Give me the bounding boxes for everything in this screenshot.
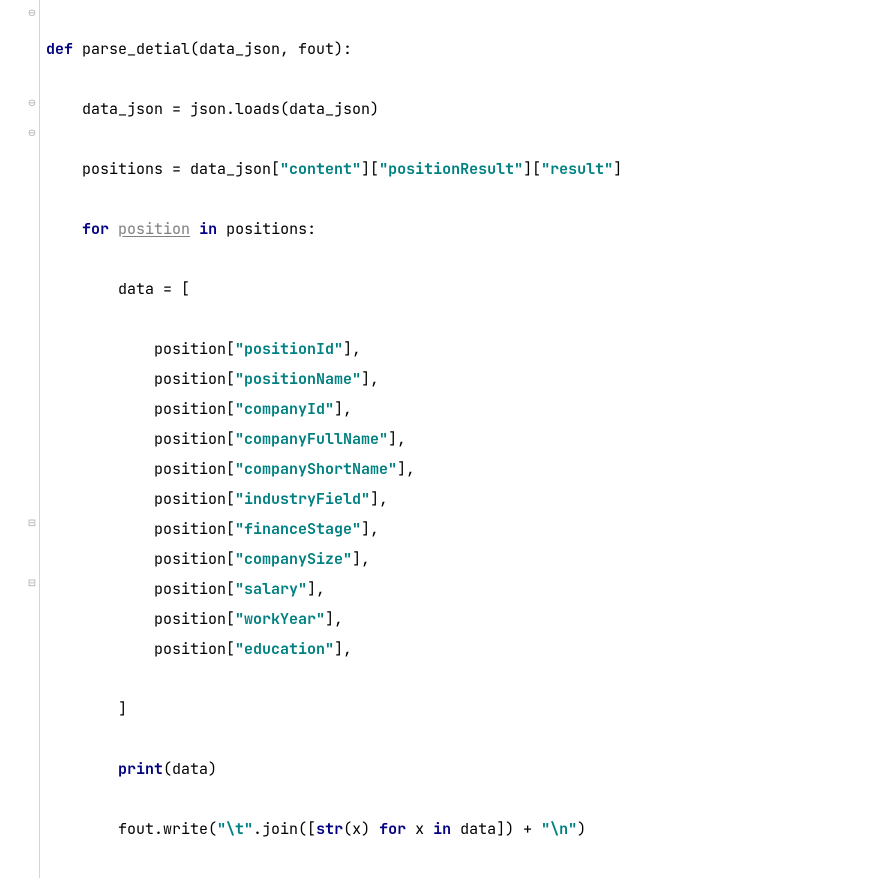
keyword-for: for xyxy=(82,214,109,244)
code-line: position["companySize"], xyxy=(46,544,892,574)
fold-toggle-icon[interactable]: ⊖ xyxy=(27,128,37,138)
code-line: position["companyShortName"], xyxy=(46,454,892,484)
code-line: position["companyFullName"], xyxy=(46,424,892,454)
fold-toggle-icon[interactable]: ⊟ xyxy=(27,518,37,528)
code-line: data = [ xyxy=(46,274,892,304)
function-name: parse_detial xyxy=(82,34,190,64)
builtin-print: print xyxy=(118,754,163,784)
code-editor[interactable]: def parse_detial(data_json, fout): data_… xyxy=(40,0,892,878)
code-line: position["education"], xyxy=(46,634,892,664)
string-literal: "salary" xyxy=(235,574,307,604)
fold-toggle-icon[interactable]: ⊖ xyxy=(27,8,37,18)
code-line: positions = data_json["content"]["positi… xyxy=(46,154,892,184)
code-line: position["industryField"], xyxy=(46,484,892,514)
code-line: for position in positions: xyxy=(46,214,892,244)
code-line: position["workYear"], xyxy=(46,604,892,634)
keyword-def: def xyxy=(46,34,73,64)
code-line: fout.write("\t".join([str(x) for x in da… xyxy=(46,814,892,844)
code-line: position["positionId"], xyxy=(46,334,892,364)
string-literal: "companyFullName" xyxy=(235,424,388,454)
string-literal: "workYear" xyxy=(235,604,325,634)
string-literal: "companyId" xyxy=(235,394,334,424)
editor-gutter: ⊖ ⊖ ⊖ ⊟ ⊟ xyxy=(0,0,40,878)
code-line: position["salary"], xyxy=(46,574,892,604)
loop-variable: position xyxy=(118,214,190,244)
string-literal: "companySize" xyxy=(235,544,352,574)
params: (data_json, fout): xyxy=(190,34,352,64)
fold-toggle-icon[interactable]: ⊖ xyxy=(27,98,37,108)
code-line: position["financeStage"], xyxy=(46,514,892,544)
string-literal: "financeStage" xyxy=(235,514,361,544)
fold-toggle-icon[interactable]: ⊟ xyxy=(27,578,37,588)
code-line: position["positionName"], xyxy=(46,364,892,394)
string-literal: "positionName" xyxy=(235,364,361,394)
code-line: position["companyId"], xyxy=(46,394,892,424)
keyword-in: in xyxy=(199,214,217,244)
string-literal: "industryField" xyxy=(235,484,370,514)
string-literal: "companyShortName" xyxy=(235,454,397,484)
code-line: def parse_detial(data_json, fout): xyxy=(46,34,892,64)
string-literal: "positionId" xyxy=(235,334,343,364)
code-line: print(data) xyxy=(46,754,892,784)
string-literal: "education" xyxy=(235,634,334,664)
code-line: ] xyxy=(46,694,892,724)
code-line: data_json = json.loads(data_json) xyxy=(46,94,892,124)
code-text: data_json = json.loads(data_json) xyxy=(82,94,379,124)
